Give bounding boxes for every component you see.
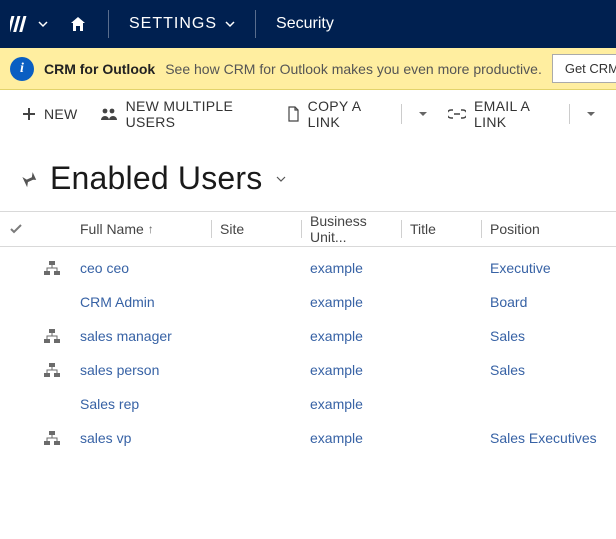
column-business-unit[interactable]: Business Unit... — [302, 212, 402, 246]
multiple-users-icon — [100, 107, 118, 121]
copy-link-label: COPY A LINK — [308, 98, 384, 130]
hierarchy-icon — [44, 363, 60, 377]
cell-business-unit[interactable]: example — [302, 430, 402, 446]
cell-business-unit[interactable]: example — [302, 294, 402, 310]
table-row[interactable]: sales manager example Sales — [0, 319, 616, 353]
pin-view-button[interactable] — [18, 169, 38, 189]
cell-business-unit[interactable]: example — [302, 396, 402, 412]
hierarchy-button[interactable] — [32, 261, 72, 275]
hierarchy-icon — [44, 431, 60, 445]
column-site-label: Site — [220, 221, 244, 237]
email-a-link-button[interactable]: EMAIL A LINK — [440, 92, 559, 136]
column-position-label: Position — [490, 221, 540, 237]
copy-a-link-button[interactable]: COPY A LINK — [278, 92, 392, 136]
info-icon: i — [10, 57, 34, 81]
cell-position[interactable]: Sales — [482, 328, 616, 344]
cell-full-name[interactable]: sales manager — [72, 328, 212, 344]
view-selector-dropdown[interactable] — [275, 173, 287, 185]
cell-position[interactable]: Sales Executives — [482, 430, 616, 446]
cell-position[interactable]: Board — [482, 294, 616, 310]
link-icon — [448, 108, 466, 120]
nav-separator — [255, 10, 256, 38]
chevron-down-icon — [225, 19, 235, 29]
cell-position[interactable]: Sales — [482, 362, 616, 378]
column-business-unit-label: Business Unit... — [310, 213, 394, 245]
nav-subarea-security[interactable]: Security — [266, 0, 344, 48]
column-hierarchy[interactable] — [32, 212, 72, 246]
hierarchy-button[interactable] — [32, 431, 72, 445]
cell-business-unit[interactable]: example — [302, 260, 402, 276]
new-multiple-label: NEW MULTIPLE USERS — [126, 98, 264, 130]
nav-area-label: SETTINGS — [129, 15, 217, 33]
new-button[interactable]: NEW — [14, 100, 86, 128]
column-full-name[interactable]: Full Name ↑ — [72, 212, 212, 246]
cell-business-unit[interactable]: example — [302, 362, 402, 378]
grid-body: ceo ceo example Executive CRM Admin example B… — [0, 247, 616, 455]
sort-ascending-icon: ↑ — [148, 222, 154, 236]
view-title-row: Enabled Users — [0, 138, 616, 211]
users-grid: Full Name ↑ Site Business Unit... Title … — [0, 211, 616, 455]
notice-message: See how CRM for Outlook makes you even m… — [165, 61, 542, 77]
nav-subarea-label: Security — [276, 15, 334, 33]
email-a-link-dropdown[interactable] — [580, 109, 602, 119]
select-all-checkbox[interactable] — [0, 212, 32, 246]
email-link-label: EMAIL A LINK — [474, 98, 551, 130]
column-full-name-label: Full Name — [80, 221, 144, 237]
home-button[interactable] — [58, 0, 98, 48]
plus-icon — [22, 107, 36, 121]
view-title: Enabled Users — [50, 160, 263, 197]
command-bar: NEW NEW MULTIPLE USERS COPY A LINK EMAIL… — [0, 90, 616, 138]
table-row[interactable]: sales vp example Sales Executives — [0, 421, 616, 455]
cell-full-name[interactable]: sales person — [72, 362, 212, 378]
command-split — [569, 104, 570, 124]
column-title-label: Title — [410, 221, 436, 237]
copy-a-link-dropdown[interactable] — [412, 109, 434, 119]
new-multiple-users-button[interactable]: NEW MULTIPLE USERS — [92, 92, 272, 136]
cell-business-unit[interactable]: example — [302, 328, 402, 344]
cell-full-name[interactable]: ceo ceo — [72, 260, 212, 276]
home-icon — [68, 14, 88, 34]
hierarchy-icon — [44, 329, 60, 343]
notice-title: CRM for Outlook — [44, 61, 155, 77]
dynamics-logo-icon — [10, 14, 30, 34]
check-icon — [8, 221, 24, 237]
global-nav-bar: SETTINGS Security — [0, 0, 616, 48]
outlook-notice-bar: i CRM for Outlook See how CRM for Outloo… — [0, 48, 616, 90]
chevron-down-icon — [38, 19, 48, 29]
get-crm-outlook-button[interactable]: Get CRM for Outlook — [552, 54, 616, 83]
hierarchy-button[interactable] — [32, 329, 72, 343]
nav-area-settings[interactable]: SETTINGS — [119, 0, 245, 48]
command-split — [401, 104, 402, 124]
table-row[interactable]: Sales rep example — [0, 387, 616, 421]
table-row[interactable]: CRM Admin example Board — [0, 285, 616, 319]
cell-full-name[interactable]: Sales rep — [72, 396, 212, 412]
grid-header-row: Full Name ↑ Site Business Unit... Title … — [0, 211, 616, 247]
column-position[interactable]: Position — [482, 212, 616, 246]
cell-full-name[interactable]: sales vp — [72, 430, 212, 446]
cell-full-name[interactable]: CRM Admin — [72, 294, 212, 310]
column-site[interactable]: Site — [212, 212, 302, 246]
cell-position[interactable]: Executive — [482, 260, 616, 276]
table-row[interactable]: sales person example Sales — [0, 353, 616, 387]
hierarchy-icon — [44, 261, 60, 275]
hierarchy-button[interactable] — [32, 363, 72, 377]
nav-separator — [108, 10, 109, 38]
new-label: NEW — [44, 106, 78, 122]
document-icon — [286, 106, 300, 122]
table-row[interactable]: ceo ceo example Executive — [0, 251, 616, 285]
app-logo-menu[interactable] — [10, 14, 58, 34]
column-title[interactable]: Title — [402, 212, 482, 246]
